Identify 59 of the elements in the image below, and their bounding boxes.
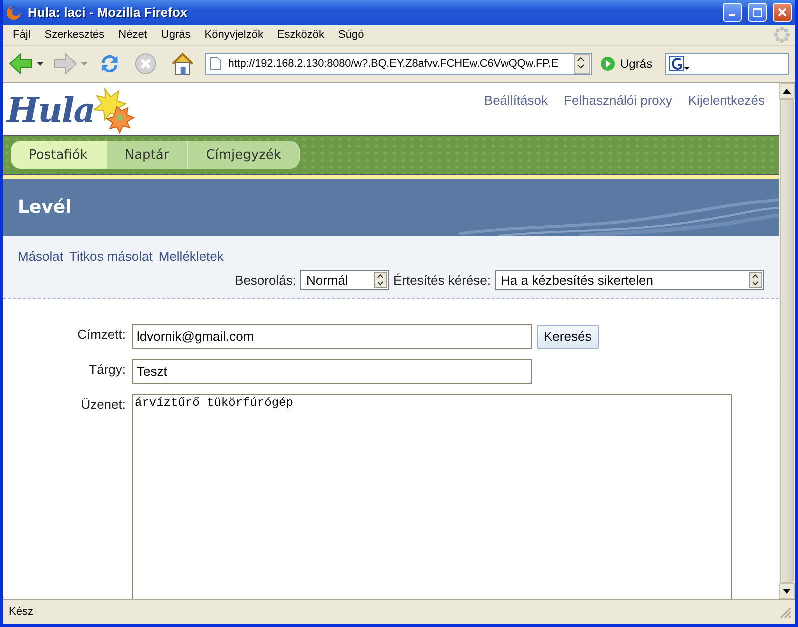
recipient-field[interactable]: ldvornik@gmail.com <box>132 324 532 349</box>
subject-label: Tárgy: <box>88 361 126 377</box>
notify-select[interactable]: Ha a kézbesítés sikertelen <box>495 270 764 290</box>
scroll-up-button[interactable] <box>779 83 795 99</box>
spinner-icon <box>375 273 386 287</box>
firefox-icon <box>6 4 22 20</box>
message-label: Üzenet: <box>80 396 126 412</box>
priority-select[interactable]: Normál <box>300 270 390 290</box>
menu-item[interactable]: Szerkesztés <box>38 29 112 41</box>
notify-label: Értesítés kérése: <box>393 272 491 288</box>
menu-item[interactable]: Könyvjelzők <box>198 29 270 41</box>
menu-item[interactable]: Súgó <box>332 29 372 41</box>
stop-icon[interactable] <box>134 52 158 76</box>
window-title: Hula: laci - Mozilla Firefox <box>28 5 189 20</box>
address-field[interactable]: http://192.168.2.130:8080/w?.BQ.EY.Z8afvv.FCHEw.C6VwQQw.FP.E <box>205 53 592 75</box>
home-icon[interactable] <box>170 51 196 77</box>
down-arrow-icon <box>783 588 791 594</box>
menu-item[interactable]: Eszközök <box>270 29 332 41</box>
priority-label: Besorolás: <box>235 272 296 288</box>
throbber-icon <box>773 26 791 44</box>
header-link[interactable]: Beállítások <box>484 93 548 135</box>
close-icon <box>778 8 787 17</box>
header-link[interactable]: Felhasználói proxy <box>564 93 672 135</box>
recipient-label: Címzett: <box>76 326 126 342</box>
back-icon[interactable] <box>9 53 33 75</box>
go-button[interactable]: Ugrás <box>620 57 652 71</box>
menu-item[interactable]: Fájl <box>6 29 38 41</box>
option-link[interactable]: Mellékletek <box>158 249 224 264</box>
status-text: Kész <box>9 606 34 618</box>
go-icon[interactable] <box>600 56 616 72</box>
close-button[interactable] <box>773 3 792 22</box>
tab[interactable]: Naptár <box>106 141 188 169</box>
maximize-icon <box>753 8 762 17</box>
dropdown-button[interactable] <box>574 54 590 74</box>
page-icon <box>210 57 222 71</box>
spinner-icon <box>750 273 761 287</box>
search-engine-icon[interactable] <box>668 56 690 72</box>
search-button[interactable]: Keresés <box>537 324 599 348</box>
scroll-down-button[interactable] <box>779 583 795 599</box>
subject-field[interactable]: Teszt <box>132 359 532 384</box>
scrollbar-thumb[interactable] <box>780 99 794 583</box>
tab[interactable]: Címjegyzék <box>188 141 300 169</box>
maximize-button[interactable] <box>748 3 767 22</box>
search-field[interactable] <box>664 53 789 75</box>
header-link[interactable]: Kijelentkezés <box>688 93 765 135</box>
menu-item[interactable]: Ugrás <box>154 29 198 41</box>
spinner-icon <box>575 55 588 71</box>
menu-item[interactable]: Nézet <box>112 29 154 41</box>
resize-grip-icon[interactable] <box>778 605 792 619</box>
option-link[interactable]: Titkos másolat <box>70 249 153 264</box>
page-title: Levél <box>18 197 72 218</box>
tab[interactable]: Postafiók <box>11 141 107 169</box>
up-arrow-icon <box>783 88 791 94</box>
logo-text: Hula <box>7 91 95 131</box>
url-text: http://192.168.2.130:8080/w?.BQ.EY.Z8afvv.FCHEw.C6VwQQw.FP.E <box>228 58 560 70</box>
message-field[interactable]: árvíztűrő tükörfúrógép <box>132 394 732 599</box>
option-link[interactable]: Másolat <box>18 249 64 264</box>
dropdown-icon[interactable] <box>36 62 44 66</box>
minimize-button[interactable] <box>723 3 742 22</box>
